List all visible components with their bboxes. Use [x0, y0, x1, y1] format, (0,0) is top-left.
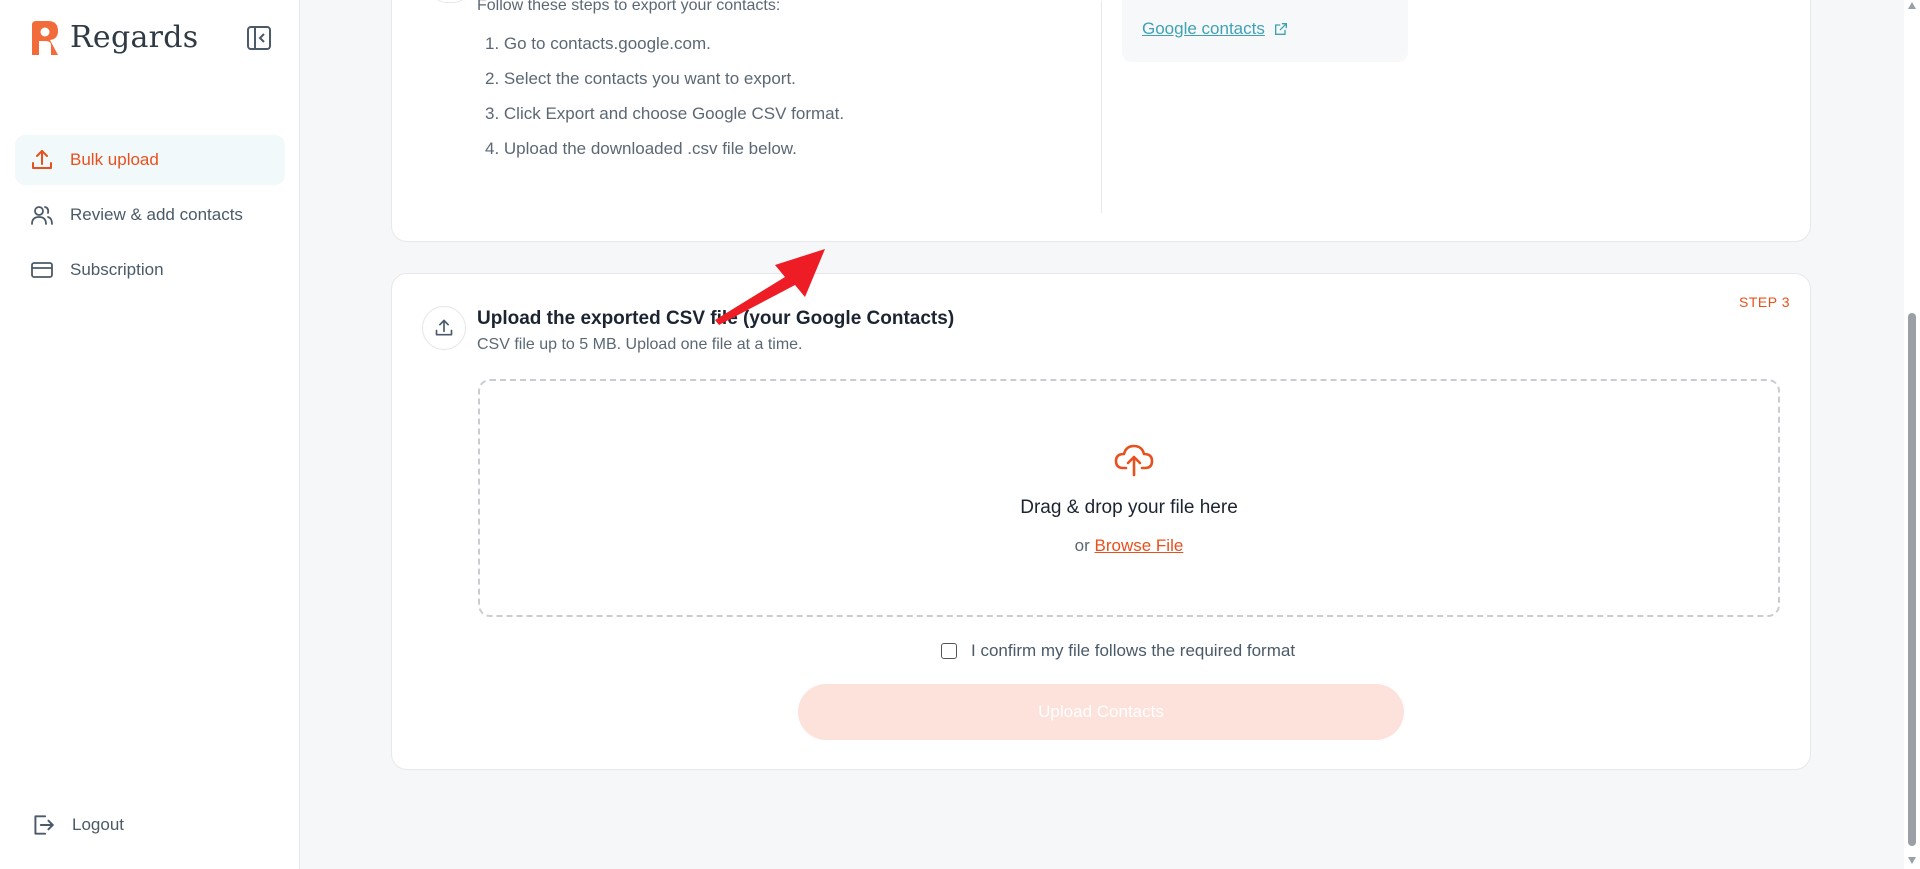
main-content: Follow these steps to export your contac…: [300, 0, 1904, 869]
sidebar-item-label: Subscription: [70, 260, 164, 279]
list-item: 4. Upload the downloaded .csv file below…: [485, 139, 797, 158]
confirm-format: I confirm my file follows the required f…: [941, 641, 1295, 661]
scroll-up-icon[interactable]: [1908, 2, 1916, 9]
or-text: or: [1074, 536, 1090, 555]
regards-logo-icon: [32, 20, 58, 55]
scrollbar-thumb[interactable]: [1908, 313, 1916, 846]
users-icon: [30, 203, 54, 227]
sidebar-collapse-icon[interactable]: [245, 24, 273, 52]
upload-card: Upload the exported CSV file (your Googl…: [391, 273, 1811, 770]
upload-subtitle: CSV file up to 5 MB. Upload one file at …: [477, 336, 803, 353]
upload-icon: [435, 319, 453, 336]
step-badge: STEP 3: [1739, 294, 1790, 310]
sidebar-item-review-contacts[interactable]: Review & add contacts: [15, 190, 285, 240]
logout-button[interactable]: Logout: [30, 812, 124, 838]
credit-card-icon: [30, 258, 54, 282]
list-item: 2. Select the contacts you want to expor…: [485, 69, 796, 88]
steps-intro: Follow these steps to export your contac…: [477, 0, 781, 14]
logout-label: Logout: [72, 815, 124, 834]
drop-title: Drag & drop your file here: [1020, 497, 1238, 518]
cloud-upload-icon: [1114, 444, 1154, 477]
brand-logo[interactable]: Regards: [30, 20, 198, 55]
drop-or-line: or Browse File: [480, 536, 1778, 556]
sidebar: Regards Bulk upload Review & add contact…: [0, 0, 300, 869]
google-contacts-link[interactable]: Google contacts: [1142, 19, 1289, 39]
file-dropzone[interactable]: Drag & drop your file here or Browse Fil…: [478, 379, 1780, 617]
brand-name: Regards: [70, 20, 199, 55]
external-link-icon: [1274, 23, 1287, 35]
list-item: 3. Click Export and choose Google CSV fo…: [485, 104, 845, 123]
export-steps-card: Follow these steps to export your contac…: [391, 0, 1811, 242]
sidebar-item-label: Review & add contacts: [70, 205, 243, 224]
step-icon-circle: [429, 0, 471, 3]
upload-icon: [30, 148, 54, 172]
list-item: 1. Go to contacts.google.com.: [485, 34, 711, 53]
browse-file-link[interactable]: Browse File: [1095, 536, 1184, 555]
annotation-arrow-icon: [715, 249, 825, 325]
upload-icon-circle: [422, 306, 466, 350]
google-contacts-link-label: Google contacts: [1142, 19, 1265, 38]
steps-list: 1. Go to contacts.google.com. 2. Select …: [485, 26, 844, 166]
google-contacts-box: Google contacts: [1122, 0, 1408, 62]
page-scrollbar[interactable]: [1904, 0, 1920, 869]
confirm-format-label: I confirm my file follows the required f…: [971, 641, 1296, 660]
sidebar-item-label: Bulk upload: [70, 150, 159, 169]
sidebar-item-bulk-upload[interactable]: Bulk upload: [15, 135, 285, 185]
logout-icon: [34, 815, 54, 835]
sidebar-item-subscription[interactable]: Subscription: [15, 245, 285, 295]
sidebar-nav: Bulk upload Review & add contacts Subscr…: [15, 135, 285, 300]
divider: [1101, 1, 1102, 213]
confirm-format-checkbox[interactable]: [941, 643, 957, 659]
scroll-down-icon[interactable]: [1908, 857, 1916, 864]
upload-contacts-button[interactable]: Upload Contacts: [798, 684, 1404, 740]
